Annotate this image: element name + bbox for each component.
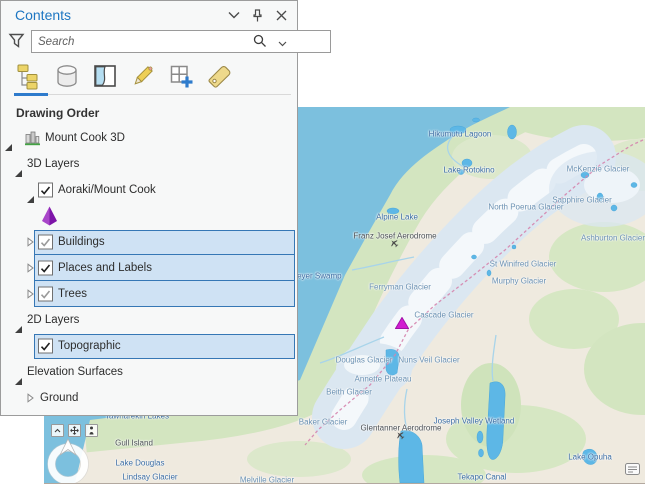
expander-collapsed-icon[interactable] [27,289,34,299]
layer-label[interactable]: Topographic [58,340,121,352]
expander-collapsed-icon[interactable] [27,263,34,273]
search-row [1,29,297,56]
layer-visibility-checkbox[interactable] [38,183,53,198]
pane-header: Contents [1,1,297,29]
layer-label[interactable]: 3D Layers [27,158,79,170]
tab-strip-divider [14,94,291,95]
layer-row-elevation-surfaces[interactable]: Elevation Surfaces [1,359,297,385]
pin-pane-icon[interactable] [251,9,264,22]
pane-title: Contents [15,7,227,23]
tab-list-by-selection[interactable] [90,62,120,90]
layer-label[interactable]: Elevation Surfaces [27,366,123,378]
layer-row-aoraki-mount-cook[interactable]: Aoraki/Mount Cook [1,177,297,203]
tab-list-by-drawing-order[interactable] [14,62,44,90]
layer-label[interactable]: Places and Labels [58,262,152,274]
layer-row-ground[interactable]: Ground [1,385,297,411]
map-attribution-icon[interactable] [625,462,640,480]
app-window: Hikumutu LagoonLake RotokinoMcKenzie Gla… [0,0,645,488]
layer-label[interactable]: 2D Layers [27,314,79,326]
collapse-pane-chevron-icon[interactable] [227,9,240,22]
layer-visibility-checkbox[interactable] [38,339,53,354]
layer-label[interactable]: Buildings [58,236,105,248]
layer-tree: Mount Cook 3D 3D Layers Aoraki/Mount Cook B… [1,125,297,411]
layer-visibility-checkbox[interactable] [38,261,53,276]
drawing-order-heading: Drawing Order [1,101,297,125]
tab-list-by-snapping[interactable] [166,62,196,90]
navigator-wheel-icon[interactable] [45,436,91,484]
layer-visibility-checkbox[interactable] [38,287,53,302]
contents-pane: Contents Drawing Order Mount Cook 3D 3D L… [0,0,298,416]
layer-row-3d-layers[interactable]: 3D Layers [1,151,297,177]
tab-list-by-editing[interactable] [128,62,158,90]
tab-list-by-labeling[interactable] [204,62,234,90]
layer-row-2d-layers[interactable]: 2D Layers [1,307,297,333]
layer-label[interactable]: Mount Cook 3D [45,132,125,144]
aoraki-mount-cook-marker [395,316,409,334]
layer-row-mount-cook-3d[interactable]: Mount Cook 3D [1,125,297,151]
layer-row-topographic[interactable]: Topographic [1,333,297,359]
layer-label[interactable]: Trees [58,288,87,300]
search-history-chevron-icon[interactable] [278,38,287,50]
active-tab-underline [14,93,48,96]
filter-funnel-icon[interactable] [8,32,25,53]
expander-collapsed-icon[interactable] [27,393,34,403]
expander-collapsed-icon[interactable] [27,237,34,247]
onscreen-navigator[interactable] [45,432,105,484]
layer-symbol-row[interactable] [1,203,297,229]
layer-label[interactable]: Aoraki/Mount Cook [58,184,156,196]
layer-label[interactable]: Ground [40,392,78,404]
layer-row-buildings[interactable]: Buildings [1,229,297,255]
layer-visibility-checkbox[interactable] [38,235,53,250]
search-icon[interactable] [253,34,267,51]
layer-row-places-and-labels[interactable]: Places and Labels [1,255,297,281]
tab-list-by-data-source[interactable] [52,62,82,90]
contents-tab-strip [1,56,297,96]
close-pane-icon[interactable] [275,9,288,22]
purple-pyramid-symbol[interactable] [41,206,58,227]
scene-icon [25,131,40,146]
layer-row-trees[interactable]: Trees [1,281,297,307]
